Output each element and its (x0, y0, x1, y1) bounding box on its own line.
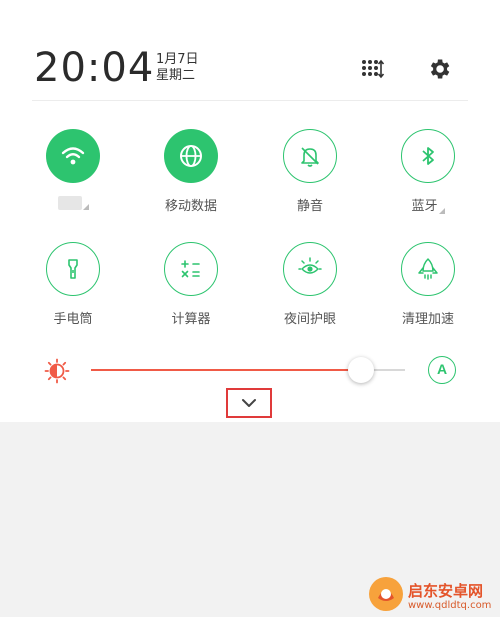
watermark-title: 启东安卓网 (408, 582, 484, 600)
expand-corner-icon (438, 208, 445, 214)
clock-time: 20:04 (34, 45, 155, 91)
mobile-data-toggle[interactable] (164, 129, 218, 183)
calculator-icon (181, 260, 200, 278)
silent-toggle[interactable] (283, 129, 337, 183)
brightness-slider-fill[interactable] (91, 369, 361, 371)
wifi-label (28, 195, 118, 210)
wifi-icon (61, 147, 85, 165)
wifi-network-name (57, 195, 82, 210)
weekday-label: 星期二 (156, 68, 196, 83)
tile-calculator[interactable]: 计算器 (146, 242, 236, 327)
cleanup-toggle[interactable] (401, 242, 455, 296)
bluetooth-icon (422, 147, 434, 165)
cleanup-label: 清理加速 (401, 312, 454, 327)
bluetooth-toggle[interactable] (401, 129, 455, 183)
wifi-toggle[interactable] (46, 129, 100, 183)
silent-label: 静音 (296, 199, 323, 214)
expand-corner-icon (82, 204, 89, 210)
bluetooth-label-text: 蓝牙 (411, 199, 438, 214)
date-block: 1月7日 星期二 (156, 52, 199, 84)
tile-silent[interactable]: 静音 (265, 129, 355, 214)
auto-brightness-button[interactable]: A (428, 356, 456, 384)
bell-icon (301, 147, 319, 167)
night-mode-label: 夜间护眼 (283, 312, 336, 327)
quick-settings-panel: 20:04 1月7日 星期二 移动数据 静音 蓝牙 手电筒 计算器 夜间护眼 清… (0, 0, 500, 422)
watermark-logo-icon (369, 577, 403, 611)
chevron-down-icon (242, 399, 256, 407)
flashlight-toggle[interactable] (46, 242, 100, 296)
watermark-url: www.qdldtq.com (408, 600, 492, 611)
expand-panel-button[interactable] (226, 388, 272, 418)
flashlight-label: 手电筒 (53, 312, 93, 327)
rocket-icon (418, 258, 438, 280)
brightness-sun-icon (44, 358, 70, 384)
tile-mobile-data[interactable]: 移动数据 (146, 129, 236, 214)
tile-flashlight[interactable]: 手电筒 (28, 242, 118, 327)
mobile-data-label: 移动数据 (164, 199, 217, 214)
site-watermark: 启东安卓网 www.qdldtq.com (364, 570, 500, 617)
tile-cleanup[interactable]: 清理加速 (383, 242, 473, 327)
settings-gear-icon[interactable] (426, 56, 452, 82)
header-divider (32, 100, 468, 101)
date-label: 1月7日 (156, 52, 199, 67)
tile-wifi[interactable] (28, 129, 118, 210)
brightness-slider-handle[interactable] (348, 357, 374, 383)
tile-night-mode[interactable]: 夜间护眼 (265, 242, 355, 327)
calculator-toggle[interactable] (164, 242, 218, 296)
eye-icon (298, 257, 322, 274)
bluetooth-label: 蓝牙 (383, 195, 473, 214)
flashlight-icon (68, 259, 78, 279)
tile-bluetooth[interactable]: 蓝牙 (383, 129, 473, 214)
globe-icon (180, 145, 202, 167)
night-mode-toggle[interactable] (283, 242, 337, 296)
calculator-label: 计算器 (171, 312, 211, 327)
edit-tiles-icon[interactable] (360, 56, 386, 82)
